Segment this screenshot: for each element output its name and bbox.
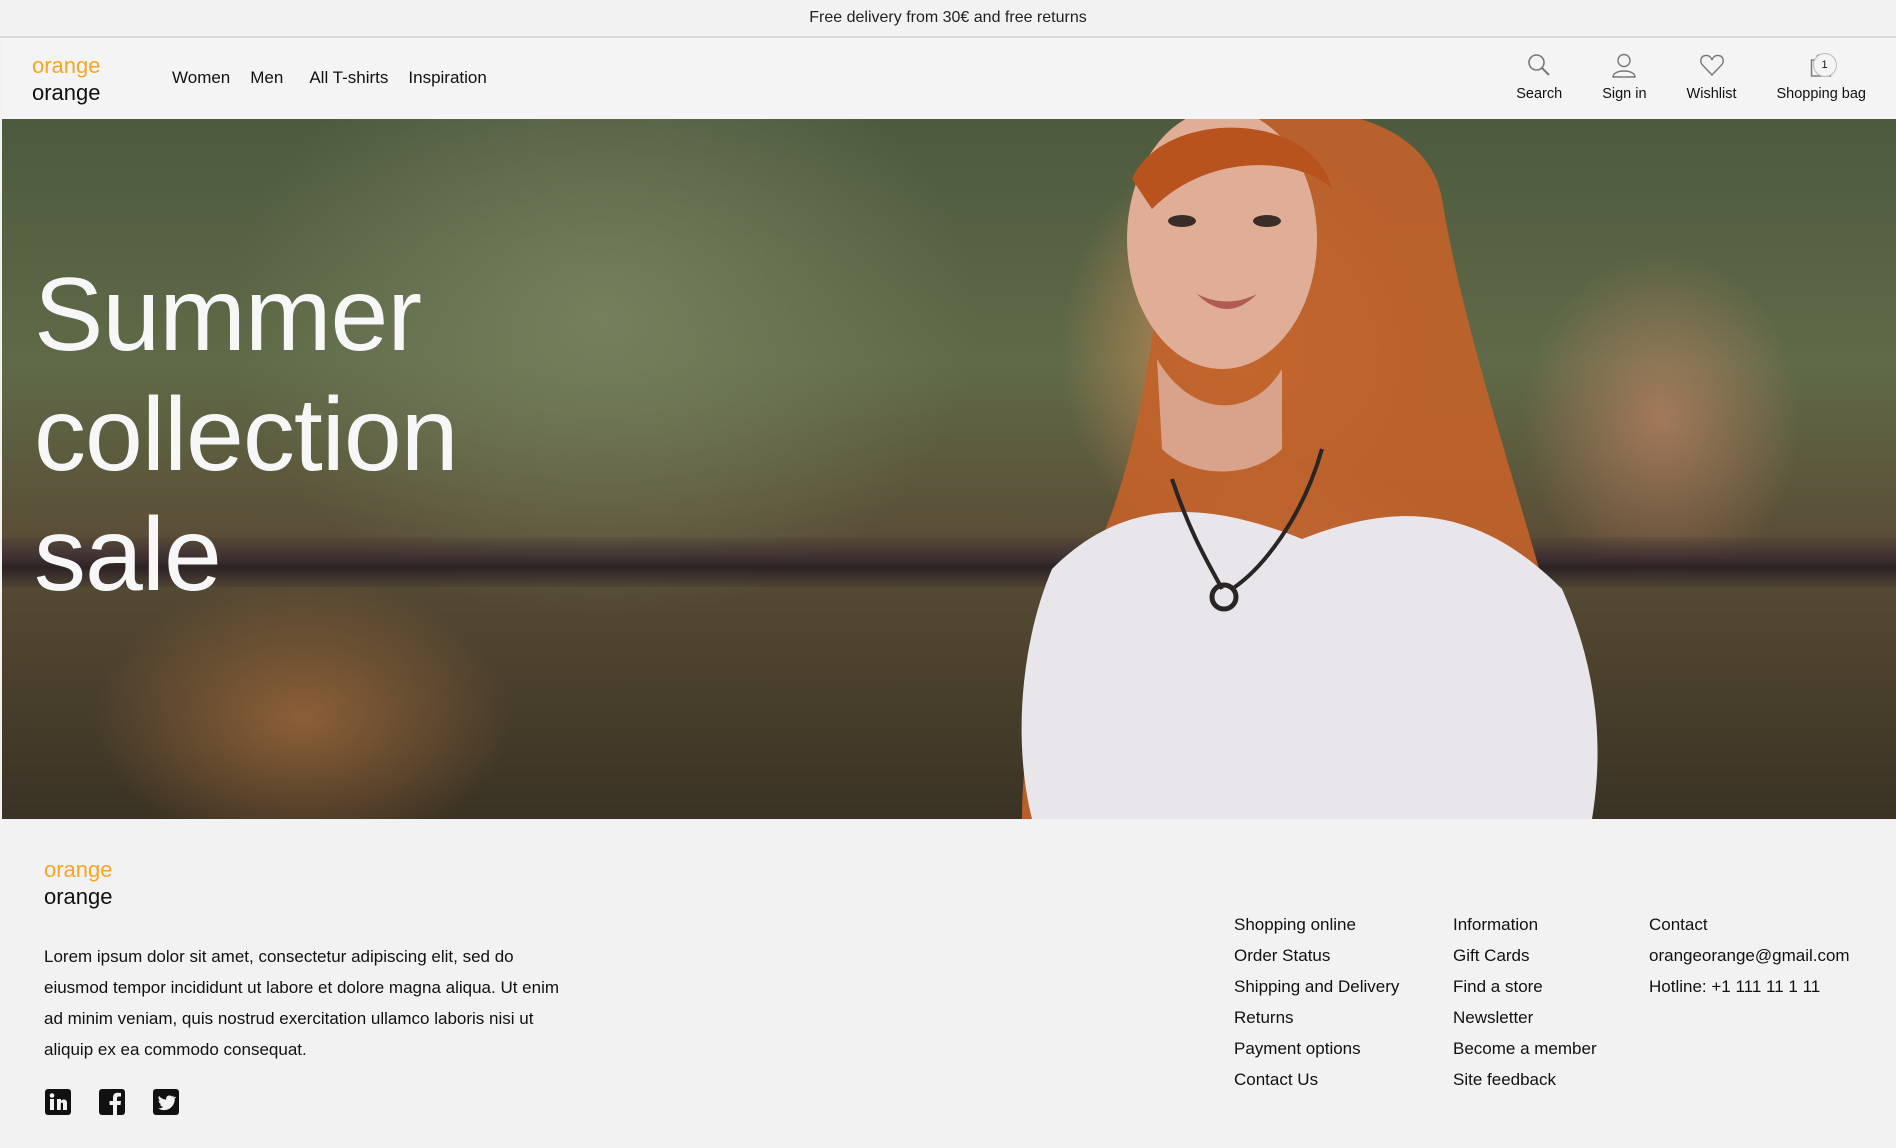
header-actions: Search Sign in Wishlist 1 Shopping bag (1476, 50, 1866, 102)
shopping-bag-button[interactable]: 1 Shopping bag (1776, 50, 1867, 102)
hero-model-image (1021, 119, 1598, 819)
footer-column-information: Information Gift Cards Find a store News… (1453, 909, 1597, 1095)
footer-link-newsletter[interactable]: Newsletter (1453, 1002, 1597, 1033)
footer-link-contact-us[interactable]: Contact Us (1234, 1064, 1399, 1095)
footer-heading-information: Information (1453, 915, 1539, 934)
footer-about-text: Lorem ipsum dolor sit amet, consectetur … (44, 947, 560, 1059)
hero-title: Summer collection sale (34, 257, 459, 613)
user-icon (1611, 50, 1637, 80)
search-icon (1526, 50, 1552, 80)
footer-link-order-status[interactable]: Order Status (1234, 940, 1399, 971)
nav-women[interactable]: Women (172, 68, 230, 88)
facebook-icon[interactable] (98, 1088, 126, 1116)
footer-heading-shopping-online: Shopping online (1234, 915, 1356, 934)
search-button[interactable]: Search (1516, 50, 1562, 102)
logo-line-dark: orange (32, 80, 101, 105)
announcement-bar: Free delivery from 30€ and free returns (0, 0, 1896, 38)
footer-link-gift-cards[interactable]: Gift Cards (1453, 940, 1597, 971)
footer-logo-line-dark: orange (44, 884, 113, 909)
wishlist-label: Wishlist (1686, 86, 1737, 102)
footer-link-returns[interactable]: Returns (1234, 1002, 1399, 1033)
site-header: orange orange Women Men All T-shirts Ins… (2, 38, 1896, 119)
footer-contact-email[interactable]: orangeorange@gmail.com (1649, 940, 1850, 971)
brand-logo[interactable]: orange orange (32, 52, 101, 106)
nav-men[interactable]: Men (250, 68, 283, 88)
search-label: Search (1516, 86, 1563, 102)
sign-in-label: Sign in (1602, 86, 1647, 102)
footer-logo[interactable]: orange orange (44, 856, 113, 910)
logo-line-accent: orange (32, 53, 101, 78)
footer-column-shopping: Shopping online Order Status Shipping an… (1234, 909, 1399, 1095)
sign-in-button[interactable]: Sign in (1602, 50, 1647, 102)
main-nav: Women Men All T-shirts Inspiration (172, 68, 487, 88)
twitter-icon[interactable] (152, 1088, 180, 1116)
wishlist-button[interactable]: Wishlist (1687, 50, 1737, 102)
shopping-bag-label: Shopping bag (1776, 86, 1867, 102)
footer-link-site-feedback[interactable]: Site feedback (1453, 1064, 1597, 1095)
footer-link-payment-options[interactable]: Payment options (1234, 1033, 1399, 1064)
heart-icon (1699, 50, 1725, 80)
footer-column-contact: Contact orangeorange@gmail.com Hotline: … (1649, 909, 1850, 1002)
social-links (44, 1088, 180, 1116)
hero-banner: Summer collection sale (2, 119, 1896, 819)
bag-count-badge: 1 (1812, 53, 1837, 77)
footer-link-shipping-delivery[interactable]: Shipping and Delivery (1234, 971, 1399, 1002)
footer-heading-contact: Contact (1649, 915, 1708, 934)
footer-contact-hotline: Hotline: +1 111 11 1 11 (1649, 977, 1821, 996)
footer-logo-line-accent: orange (44, 857, 113, 882)
footer-link-find-store[interactable]: Find a store (1453, 971, 1597, 1002)
footer-link-become-member[interactable]: Become a member (1453, 1033, 1597, 1064)
linkedin-icon[interactable] (44, 1088, 72, 1116)
nav-inspiration[interactable]: Inspiration (408, 68, 486, 88)
announcement-text: Free delivery from 30€ and free returns (809, 9, 1087, 26)
nav-all-tshirts[interactable]: All T-shirts (309, 68, 388, 88)
